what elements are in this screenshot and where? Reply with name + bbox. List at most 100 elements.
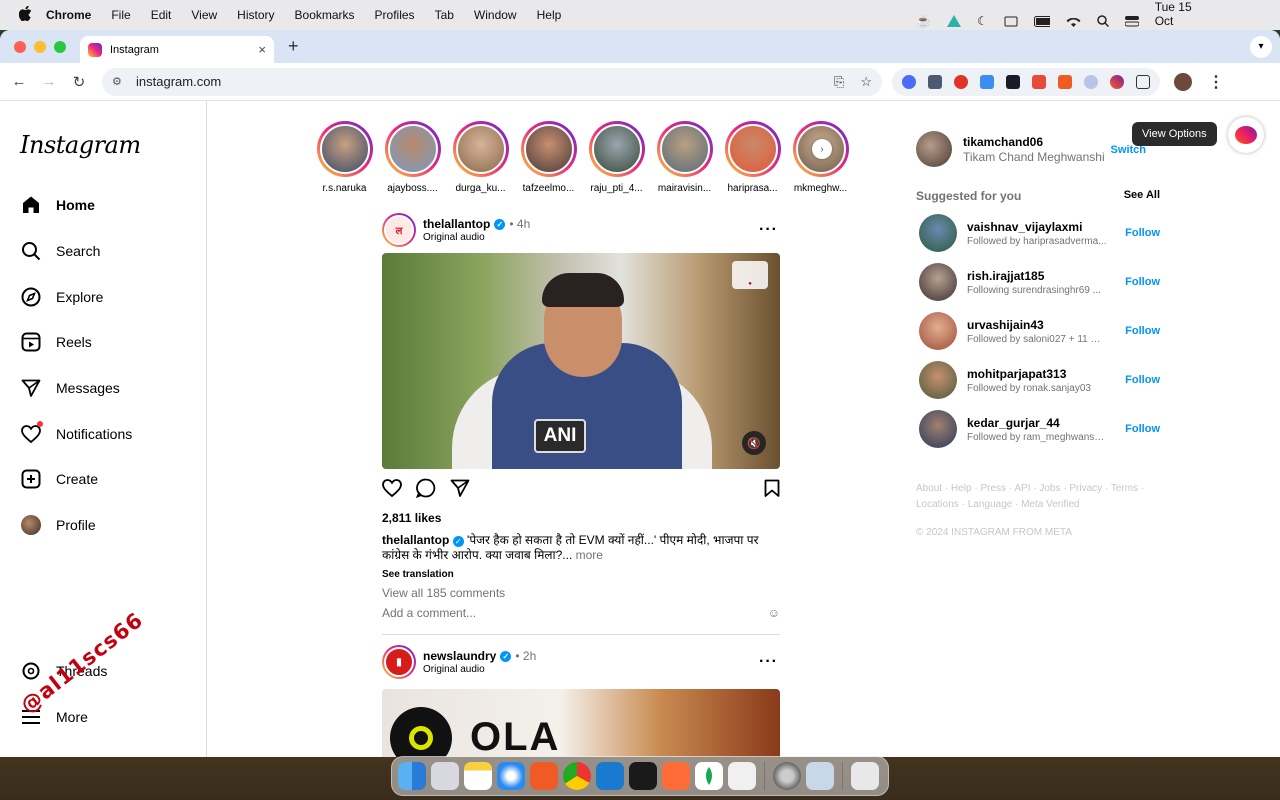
post-author-name[interactable]: newslaundry bbox=[423, 649, 496, 663]
view-options-extension-icon[interactable] bbox=[1228, 117, 1264, 153]
menu-profiles[interactable]: Profiles bbox=[375, 8, 415, 22]
suggestion-username[interactable]: mohitparjapat313 bbox=[967, 367, 1107, 381]
post-author-avatar[interactable]: ▮ bbox=[382, 645, 416, 679]
nav-search[interactable]: Search bbox=[20, 240, 100, 262]
tab-search-chevron-icon[interactable]: ▾ bbox=[1250, 36, 1272, 58]
extension-ai-icon[interactable] bbox=[1110, 75, 1124, 89]
url-text[interactable]: instagram.com bbox=[136, 74, 221, 89]
bookmark-icon[interactable] bbox=[764, 479, 780, 502]
display-icon[interactable] bbox=[1004, 14, 1018, 28]
menu-edit[interactable]: Edit bbox=[151, 8, 172, 22]
chrome-menu-icon[interactable]: ⋮ bbox=[1208, 72, 1224, 92]
install-app-icon[interactable]: ⎘ bbox=[834, 74, 844, 90]
drive-icon[interactable] bbox=[947, 14, 961, 28]
address-bar[interactable]: ⚙ instagram.com ⎘ ☆ bbox=[102, 68, 882, 96]
story-item[interactable]: raju_pti_4... bbox=[588, 121, 645, 194]
nav-notifications[interactable]: Notifications bbox=[20, 423, 132, 445]
share-icon[interactable] bbox=[450, 478, 470, 503]
bookmark-star-icon[interactable]: ☆ bbox=[860, 74, 872, 90]
trash-icon[interactable] bbox=[851, 762, 879, 790]
tab-instagram[interactable]: Instagram × bbox=[80, 36, 274, 63]
menu-bookmarks[interactable]: Bookmarks bbox=[295, 8, 355, 22]
brave-icon[interactable] bbox=[530, 762, 558, 790]
see-translation-link[interactable]: See translation bbox=[382, 569, 780, 580]
reload-icon[interactable]: ↻ bbox=[64, 73, 94, 91]
suggestion-avatar[interactable] bbox=[919, 214, 957, 252]
suggestion-avatar[interactable] bbox=[919, 361, 957, 399]
extension-screen-icon[interactable] bbox=[928, 75, 942, 89]
suggestion-avatar[interactable] bbox=[919, 263, 957, 301]
extension-b-icon[interactable] bbox=[1032, 75, 1046, 89]
menu-tab[interactable]: Tab bbox=[435, 8, 454, 22]
back-arrow-icon[interactable]: ← bbox=[4, 73, 34, 90]
muted-speaker-icon[interactable]: 🔇 bbox=[742, 431, 766, 455]
wifi-icon[interactable] bbox=[1066, 14, 1081, 28]
finder-icon[interactable] bbox=[398, 762, 426, 790]
site-info-icon[interactable]: ⚙ bbox=[112, 75, 126, 88]
teapot-icon[interactable]: ☕ bbox=[916, 14, 931, 28]
follow-button[interactable]: Follow bbox=[1125, 374, 1160, 386]
chrome-icon[interactable] bbox=[563, 762, 591, 790]
nav-reels[interactable]: Reels bbox=[20, 331, 92, 353]
menu-window[interactable]: Window bbox=[474, 8, 517, 22]
elephant-app-icon[interactable] bbox=[728, 762, 756, 790]
close-window-button[interactable] bbox=[14, 41, 26, 53]
follow-button[interactable]: Follow bbox=[1125, 423, 1160, 435]
nav-create[interactable]: Create bbox=[20, 468, 98, 490]
caption-author[interactable]: thelallantop bbox=[382, 533, 449, 547]
likes-count[interactable]: 2,811 likes bbox=[382, 511, 780, 525]
nav-home[interactable]: Home bbox=[20, 194, 95, 216]
brave-shield-icon[interactable] bbox=[1058, 75, 1072, 89]
more-options-icon[interactable]: ··· bbox=[759, 653, 778, 671]
moon-icon[interactable]: ☾ bbox=[977, 14, 988, 28]
system-settings-icon[interactable] bbox=[773, 762, 801, 790]
story-item[interactable]: tafzeelmo... bbox=[520, 121, 577, 194]
suggestion-username[interactable]: urvashijain43 bbox=[967, 318, 1107, 332]
adblock-plus-icon[interactable] bbox=[954, 75, 968, 89]
post-media[interactable]: OLA bbox=[382, 689, 780, 757]
story-item[interactable]: hariprasa... bbox=[724, 121, 781, 194]
menu-view[interactable]: View bbox=[191, 8, 217, 22]
notes-icon[interactable] bbox=[464, 762, 492, 790]
follow-button[interactable]: Follow bbox=[1125, 276, 1160, 288]
nav-profile[interactable]: Profile bbox=[20, 514, 96, 536]
tab-close-icon[interactable]: × bbox=[258, 42, 266, 57]
preview-icon[interactable] bbox=[806, 762, 834, 790]
suggestion-avatar[interactable] bbox=[919, 410, 957, 448]
view-comments-link[interactable]: View all 185 comments bbox=[382, 586, 780, 600]
follow-button[interactable]: Follow bbox=[1125, 227, 1160, 239]
postman-icon[interactable] bbox=[662, 762, 690, 790]
extensions-puzzle-icon[interactable] bbox=[1136, 75, 1150, 89]
suggestion-username[interactable]: kedar_gurjar_44 bbox=[967, 416, 1107, 430]
add-comment-placeholder[interactable]: Add a comment... bbox=[382, 606, 476, 620]
caption-more-link[interactable]: more bbox=[576, 548, 603, 562]
post-video[interactable]: ANI ● 🔇 bbox=[382, 253, 780, 469]
post-author-avatar[interactable]: ल bbox=[382, 213, 416, 247]
minimize-window-button[interactable] bbox=[34, 41, 46, 53]
extension-blue-icon[interactable] bbox=[902, 75, 916, 89]
post-audio[interactable]: Original audio bbox=[423, 664, 536, 675]
post-author-name[interactable]: thelallantop bbox=[423, 217, 490, 231]
instagram-logo[interactable]: Instagram bbox=[20, 131, 141, 159]
footer-line-1[interactable]: About · Help · Press · API · Jobs · Priv… bbox=[916, 481, 1160, 497]
current-username[interactable]: tikamchand06 bbox=[963, 135, 1105, 149]
story-item[interactable]: durga_ku... bbox=[452, 121, 509, 194]
chrome-profile-avatar[interactable] bbox=[1174, 73, 1192, 91]
apple-icon[interactable] bbox=[16, 6, 34, 25]
post-audio[interactable]: Original audio bbox=[423, 232, 530, 243]
suggestion-username[interactable]: vaishnav_vijaylaxmi bbox=[967, 220, 1107, 234]
control-center-icon[interactable] bbox=[1125, 14, 1139, 28]
menu-help[interactable]: Help bbox=[537, 8, 562, 22]
nav-messages[interactable]: Messages bbox=[20, 377, 120, 399]
story-item[interactable]: r.s.naruka bbox=[316, 121, 373, 194]
nav-explore[interactable]: Explore bbox=[20, 286, 103, 308]
more-options-icon[interactable]: ··· bbox=[759, 221, 778, 239]
mongodb-icon[interactable] bbox=[695, 762, 723, 790]
stories-next-chevron-icon[interactable]: › bbox=[812, 139, 832, 159]
battery-icon[interactable] bbox=[1034, 14, 1050, 28]
like-heart-icon[interactable] bbox=[382, 479, 402, 502]
extension-globe-icon[interactable] bbox=[1084, 75, 1098, 89]
see-all-link[interactable]: See All bbox=[1124, 189, 1160, 203]
add-comment-field[interactable]: Add a comment... ☺ bbox=[382, 606, 780, 620]
forward-arrow-icon[interactable]: → bbox=[34, 73, 64, 90]
